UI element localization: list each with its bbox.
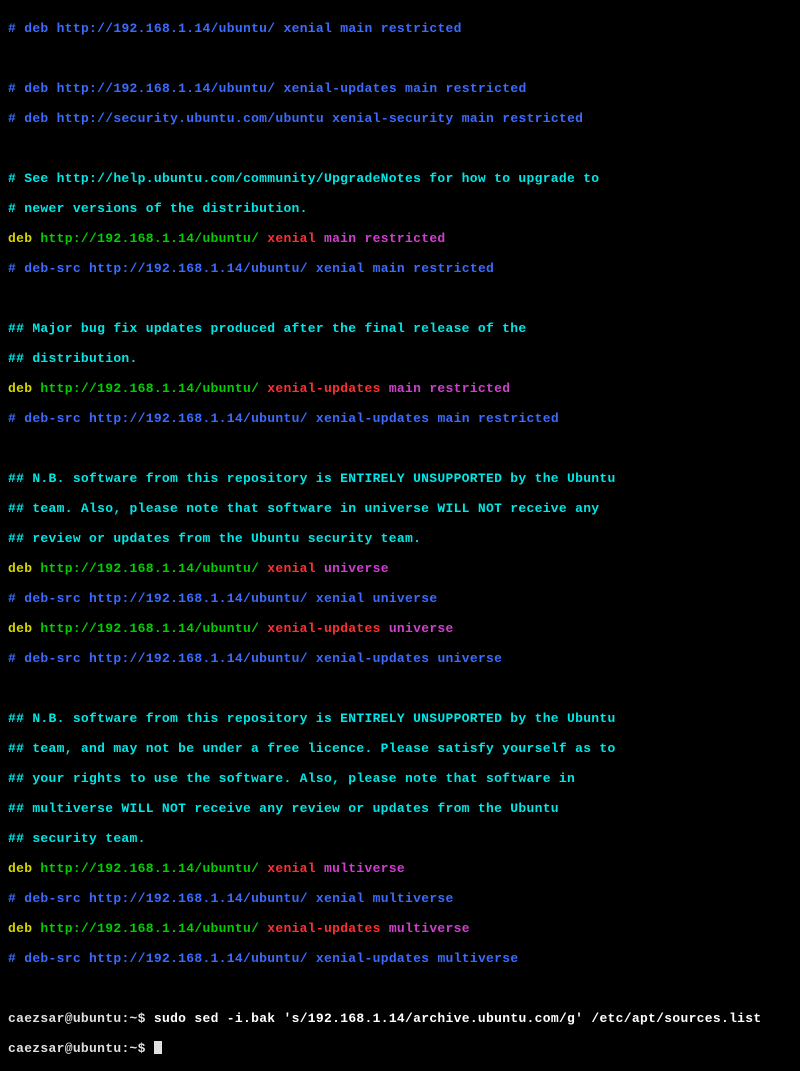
command-line-1: caezsar@ubuntu:~$ sudo sed -i.bak 's/192… <box>8 1011 792 1026</box>
terminal-output: # deb http://192.168.1.14/ubuntu/ xenial… <box>0 0 800 1071</box>
cursor-icon <box>154 1041 162 1054</box>
command-line-2[interactable]: caezsar@ubuntu:~$ <box>8 1041 792 1056</box>
